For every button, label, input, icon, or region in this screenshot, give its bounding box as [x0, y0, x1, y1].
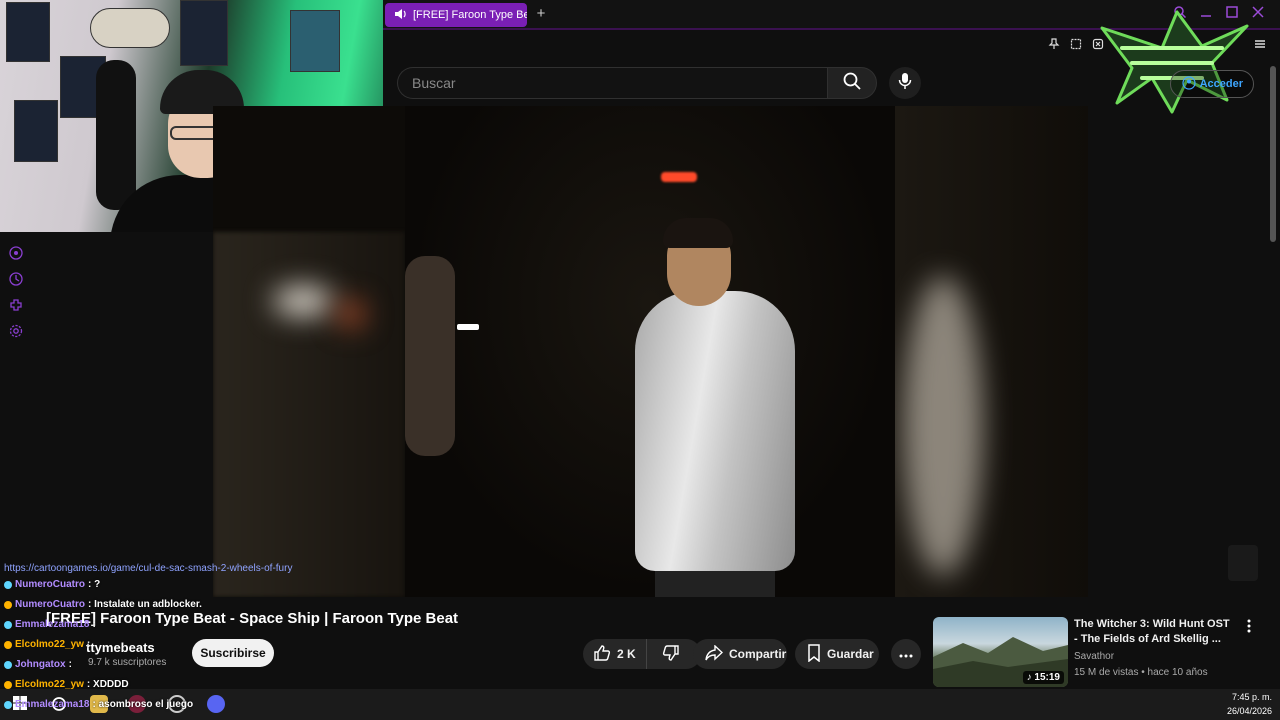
chat-text: : Instalate un adblocker. [88, 599, 202, 610]
extensions-icon[interactable] [8, 298, 24, 312]
recommended-title[interactable]: The Witcher 3: Wild Hunt OST - The Field… [1074, 617, 1234, 647]
search-bar [397, 67, 877, 99]
new-tab-button[interactable]: + [531, 4, 551, 24]
page-scrollbar[interactable] [1270, 66, 1276, 242]
share-button[interactable]: Compartir [693, 639, 787, 669]
dislike-button[interactable] [653, 639, 689, 669]
chat-url: https://cartoongames.io/game/cul-de-sac-… [4, 563, 293, 574]
chat-username[interactable]: NumeroCuatro [15, 595, 85, 615]
speaker-icon [395, 8, 407, 22]
like-dislike-group: 2 K [583, 639, 701, 669]
sign-in-button[interactable]: Acceder [1170, 70, 1254, 98]
microphone-icon [898, 72, 912, 95]
chat-text: : XDDDD [86, 679, 129, 690]
more-vertical-icon[interactable] [1244, 619, 1254, 635]
sign-in-label: Acceder [1199, 78, 1243, 90]
side-panel-icons [8, 246, 24, 338]
chat-text: : [68, 659, 72, 670]
chat-username[interactable]: Johngatox [15, 655, 66, 675]
chat-text: : asombroso el juego [92, 699, 194, 710]
tab-title: [FREE] Faroon Type Be [413, 9, 527, 21]
wall-sign [90, 8, 170, 48]
wall-poster [14, 100, 58, 162]
more-actions-button[interactable] [891, 639, 921, 669]
close-icon[interactable] [1252, 6, 1264, 21]
menu-icon[interactable] [1254, 38, 1266, 53]
chat-username[interactable]: NumeroCuatro [15, 575, 85, 595]
chat-badge-icon [4, 621, 12, 629]
video-blur-light [273, 286, 333, 316]
search-input[interactable] [397, 67, 827, 99]
chat-message: Emmalezama18: asombroso el juego [4, 695, 444, 715]
chat-message: Johngatox: [4, 655, 444, 675]
pin-icon[interactable] [1048, 38, 1060, 53]
chat-badge-icon [4, 661, 12, 669]
chat-badge-icon [4, 641, 12, 649]
chat-message: NumeroCuatro: ? [4, 575, 444, 595]
chat-username[interactable]: Elcolmo22_yw [15, 675, 84, 695]
play-circle-icon[interactable] [8, 246, 24, 260]
tab-active[interactable]: [FREE] Faroon Type Be [385, 3, 527, 27]
settings-icon[interactable] [8, 324, 24, 338]
search-icon [843, 72, 861, 95]
thumbs-down-icon [662, 644, 680, 665]
duration-text: 15:19 [1034, 672, 1060, 683]
history-icon[interactable] [8, 272, 24, 286]
chat-username[interactable]: Emmalezama18 [15, 695, 90, 715]
chat-text: : [86, 639, 91, 650]
clock-date: 26/04/2026 [1226, 706, 1272, 716]
corner-avatar [1228, 545, 1258, 581]
chat-message: Elcolmo22_yw: [4, 635, 444, 655]
chat-message: Emmalezama18: [4, 615, 444, 635]
bookmark-icon [807, 643, 821, 665]
wall-poster [180, 0, 228, 66]
share-label: Compartir [729, 647, 787, 661]
share-icon [705, 643, 724, 664]
like-button[interactable]: 2 K [583, 639, 647, 669]
thumbs-up-icon [593, 644, 611, 665]
video-duration: ♪ 15:19 [1022, 671, 1064, 684]
channel-logo-art [1100, 10, 1249, 114]
like-count: 2 K [617, 647, 636, 661]
screen: [FREE] Faroon Type Be + Acceder Buscar [… [0, 0, 1280, 720]
wall-poster [6, 2, 50, 62]
system-clock[interactable]: 7:45 p. m. 26/04/2026 [1227, 690, 1272, 718]
chat-badge-icon [4, 681, 12, 689]
chat-username[interactable]: Emmalezama18 [15, 615, 90, 635]
recommended-meta: 15 M de vistas • hace 10 años [1074, 667, 1208, 678]
chat-badge-icon [4, 581, 12, 589]
search-button[interactable] [827, 67, 877, 99]
chat-text: : [92, 619, 96, 630]
save-label: Guardar [827, 647, 874, 661]
chat-message: Elcolmo22_yw: XDDDD [4, 675, 444, 695]
chat-overlay: https://cartoongames.io/game/cul-de-sac-… [4, 563, 444, 715]
white-light [457, 324, 479, 330]
wall-poster [290, 10, 340, 72]
recommended-thumbnail[interactable]: ♪ 15:19 [933, 617, 1068, 687]
account-icon [1181, 75, 1196, 93]
more-horizontal-icon [899, 647, 913, 661]
save-button[interactable]: Guardar [795, 639, 879, 669]
video-player[interactable] [213, 106, 1088, 597]
video-blur-light [338, 301, 364, 327]
background-person [405, 256, 455, 456]
clock-time: 7:45 p. m. [1231, 692, 1272, 702]
main-person-hair [663, 218, 733, 248]
main-person-shirt [635, 291, 795, 571]
recommended-channel[interactable]: Savathor [1074, 651, 1114, 662]
chat-badge-icon [4, 701, 12, 709]
red-light [661, 172, 697, 182]
chat-message: NumeroCuatro: Instalate un adblocker. [4, 595, 444, 615]
screenshot-icon[interactable] [1070, 38, 1082, 53]
gaming-chair [96, 60, 136, 210]
video-thumbnail-photo [405, 106, 895, 597]
chat-username[interactable]: Elcolmo22_yw [15, 635, 84, 655]
chat-text: : ? [88, 579, 101, 590]
video-blur-figure [903, 276, 983, 576]
chat-lines: NumeroCuatro: ? NumeroCuatro: Instalate u… [4, 575, 444, 715]
voice-search-button[interactable] [889, 67, 921, 99]
chat-badge-icon [4, 601, 12, 609]
